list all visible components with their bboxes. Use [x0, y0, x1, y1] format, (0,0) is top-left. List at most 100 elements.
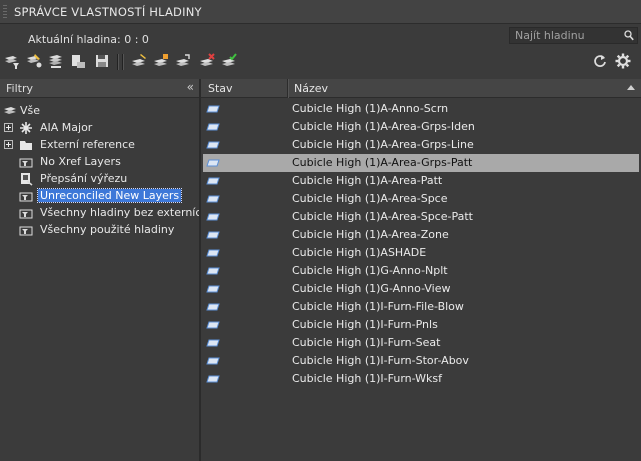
- search-icon: [624, 30, 634, 41]
- table-row[interactable]: Cubicle High (1)A-Area-Spce: [203, 190, 639, 208]
- layers-stack-icon: [4, 107, 16, 114]
- layer-name: Cubicle High (1)I-Furn-Stor-Abov: [292, 354, 469, 367]
- new-property-filter-button[interactable]: [3, 52, 21, 70]
- set-current-icon: [222, 53, 237, 66]
- layer-status-icon[interactable]: [206, 285, 220, 293]
- floppy-icon: [96, 55, 108, 67]
- layer-name: Cubicle High (1)A-Area-Spce-Patt: [292, 210, 473, 223]
- filter-item-all[interactable]: Vše: [0, 103, 199, 119]
- layer-settings-icon: [72, 55, 85, 68]
- filter-label: Všechny použité hladiny: [40, 223, 175, 236]
- new-group-filter-icon: [27, 54, 42, 68]
- layer-status-icon[interactable]: [206, 141, 220, 149]
- new-group-filter-button[interactable]: [25, 52, 43, 70]
- toolbar-separator: [122, 54, 124, 70]
- filter-item-all-non-xref[interactable]: Všechny hladiny bez externích: [0, 205, 199, 221]
- layer-name: Cubicle High (1)ASHADE: [292, 246, 427, 259]
- table-row[interactable]: Cubicle High (1)A-Area-Grps-Iden: [203, 118, 639, 136]
- table-row[interactable]: Cubicle High (1)I-Furn-Seat: [203, 334, 639, 352]
- layer-status-icon[interactable]: [206, 213, 220, 221]
- filter-label: Všechny hladiny bez externích: [40, 206, 199, 219]
- layer-states-button[interactable]: [47, 52, 65, 70]
- filter-item-no-xref[interactable]: No Xref Layers: [0, 154, 199, 170]
- layer-settings-button[interactable]: [69, 52, 87, 70]
- layer-status-icon[interactable]: [206, 339, 220, 347]
- table-row[interactable]: Cubicle High (1)ASHADE: [203, 244, 639, 262]
- gear-icon: [615, 53, 631, 69]
- layer-name: Cubicle High (1)G-Anno-Nplt: [292, 264, 448, 277]
- layer-status-icon[interactable]: [206, 159, 220, 167]
- layer-name: Cubicle High (1)A-Area-Zone: [292, 228, 449, 241]
- filter-label: Unreconciled New Layers: [36, 188, 183, 203]
- layer-name: Cubicle High (1)I-Furn-Seat: [292, 336, 441, 349]
- filter-item-xref[interactable]: Externí reference: [0, 137, 199, 153]
- layer-name: Cubicle High (1)A-Area-Grps-Iden: [292, 120, 475, 133]
- search-input[interactable]: Najít hladinu: [509, 27, 638, 44]
- layer-status-icon[interactable]: [206, 177, 220, 185]
- set-current-button[interactable]: [220, 52, 238, 70]
- layer-name: Cubicle High (1)I-Furn-File-Blow: [292, 300, 464, 313]
- layer-name: Cubicle High (1)A-Area-Spce: [292, 192, 448, 205]
- layer-name: Cubicle High (1)I-Furn-Wksf: [292, 372, 443, 385]
- property-filter-icon: [19, 192, 33, 202]
- refresh-button[interactable]: [591, 52, 609, 70]
- refresh-icon: [594, 55, 606, 67]
- layer-status-icon[interactable]: [206, 267, 220, 275]
- layer-status-icon[interactable]: [206, 357, 220, 365]
- layer-list-header: Stav Název: [201, 79, 641, 98]
- filter-item-all-used[interactable]: Všechny použité hladiny: [0, 222, 199, 238]
- table-row[interactable]: Cubicle High (1)A-Area-Spce-Patt: [203, 208, 639, 226]
- table-row[interactable]: Cubicle High (1)G-Anno-Nplt: [203, 262, 639, 280]
- layer-name: Cubicle High (1)A-Area-Grps-Patt: [292, 156, 473, 169]
- layer-status-icon[interactable]: [206, 105, 220, 113]
- filter-item-aia-major[interactable]: AIA Major: [0, 120, 199, 136]
- drag-grip[interactable]: [3, 5, 7, 19]
- settings-button[interactable]: [614, 52, 632, 70]
- layer-status-icon[interactable]: [206, 195, 220, 203]
- toolbar: [0, 52, 641, 74]
- layer-name: Cubicle High (1)G-Anno-View: [292, 282, 451, 295]
- layer-status-icon[interactable]: [206, 249, 220, 257]
- filter-label: No Xref Layers: [40, 155, 121, 168]
- table-row[interactable]: Cubicle High (1)G-Anno-View: [203, 280, 639, 298]
- layer-status-icon[interactable]: [206, 321, 220, 329]
- new-layer-button[interactable]: [130, 52, 148, 70]
- layer-name: Cubicle High (1)I-Furn-Pnls: [292, 318, 438, 331]
- table-row[interactable]: Cubicle High (1)A-Area-Zone: [203, 226, 639, 244]
- delete-layer-button[interactable]: [198, 52, 216, 70]
- title-bar: SPRÁVCE VLASTNOSTÍ HLADINY: [0, 0, 641, 24]
- layer-status-icon[interactable]: [206, 375, 220, 383]
- new-property-filter-icon: [5, 56, 19, 69]
- filter-item-viewport-overrides[interactable]: Přepsání výřezu: [0, 171, 199, 187]
- save-button[interactable]: [93, 52, 111, 70]
- table-row[interactable]: Cubicle High (1)I-Furn-Stor-Abov: [203, 352, 639, 370]
- expand-icon[interactable]: [4, 123, 13, 132]
- viewport-override-icon: [21, 173, 33, 186]
- layer-states-icon: [49, 55, 62, 68]
- layer-status-icon[interactable]: [206, 303, 220, 311]
- column-header-status[interactable]: Stav: [208, 82, 233, 95]
- layer-status-icon[interactable]: [206, 123, 220, 131]
- collapse-filters-icon[interactable]: «: [187, 80, 194, 94]
- layer-name: Cubicle High (1)A-Area-Patt: [292, 174, 443, 187]
- layer-status-icon[interactable]: [206, 231, 220, 239]
- search-placeholder: Najít hladinu: [515, 29, 585, 42]
- expand-icon[interactable]: [4, 140, 13, 149]
- filter-label: Přepsání výřezu: [40, 172, 128, 185]
- table-row[interactable]: Cubicle High (1)I-Furn-Wksf: [203, 370, 639, 388]
- table-row[interactable]: Cubicle High (1)A-Area-Patt: [203, 172, 639, 190]
- column-divider[interactable]: [287, 79, 289, 98]
- move-layers-button[interactable]: [174, 52, 192, 70]
- filter-header-label: Filtry: [6, 82, 33, 95]
- column-header-name[interactable]: Název: [294, 82, 328, 95]
- new-layer-vp-frozen-button[interactable]: [152, 52, 170, 70]
- palette-title: SPRÁVCE VLASTNOSTÍ HLADINY: [14, 5, 202, 19]
- table-row[interactable]: Cubicle High (1)I-Furn-Pnls: [203, 316, 639, 334]
- filter-item-unreconciled[interactable]: Unreconciled New Layers: [0, 188, 199, 204]
- table-row[interactable]: Cubicle High (1)I-Furn-File-Blow: [203, 298, 639, 316]
- table-row[interactable]: Cubicle High (1)A-Anno-Scrn: [203, 100, 639, 118]
- filter-label: Vše: [20, 104, 41, 117]
- table-row[interactable]: Cubicle High (1)A-Area-Grps-Line: [203, 136, 639, 154]
- table-row[interactable]: Cubicle High (1)A-Area-Grps-Patt: [203, 154, 639, 172]
- property-filter-icon: [19, 226, 33, 236]
